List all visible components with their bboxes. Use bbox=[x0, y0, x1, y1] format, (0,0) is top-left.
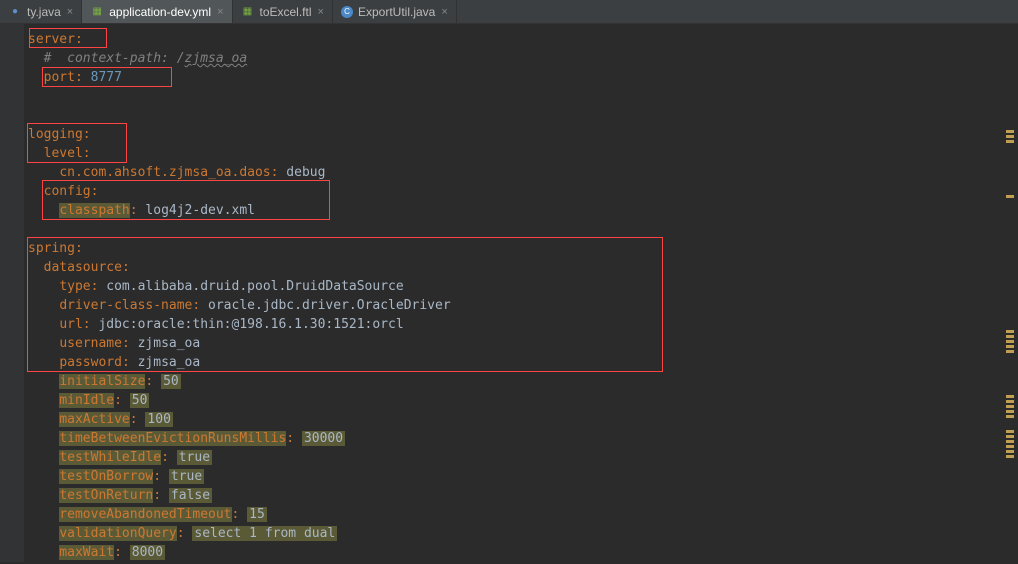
code-line[interactable]: validationQuery: select 1 from dual bbox=[28, 524, 1018, 543]
tab-toexcel-ftl[interactable]: ▦ toExcel.ftl × bbox=[233, 0, 333, 23]
warning-mark[interactable] bbox=[1006, 410, 1014, 413]
code-line[interactable]: type: com.alibaba.druid.pool.DruidDataSo… bbox=[28, 277, 1018, 296]
warning-mark[interactable] bbox=[1006, 135, 1014, 138]
warning-mark[interactable] bbox=[1006, 400, 1014, 403]
code-line[interactable]: url: jdbc:oracle:thin:@198.16.1.30:1521:… bbox=[28, 315, 1018, 334]
code-line[interactable]: config: bbox=[28, 182, 1018, 201]
warning-mark[interactable] bbox=[1006, 140, 1014, 143]
warning-mark[interactable] bbox=[1006, 130, 1014, 133]
warning-mark[interactable] bbox=[1006, 345, 1014, 348]
yaml-icon: ▦ bbox=[90, 5, 104, 19]
code-line[interactable]: maxActive: 100 bbox=[28, 410, 1018, 429]
warning-mark[interactable] bbox=[1006, 340, 1014, 343]
error-stripe[interactable] bbox=[1006, 30, 1016, 460]
code-line[interactable]: datasource: bbox=[28, 258, 1018, 277]
java-icon: ● bbox=[8, 5, 22, 19]
code-line[interactable]: driver-class-name: oracle.jdbc.driver.Or… bbox=[28, 296, 1018, 315]
code-line[interactable] bbox=[28, 220, 1018, 239]
warning-mark[interactable] bbox=[1006, 405, 1014, 408]
editor-tabs: ● ty.java × ▦ application-dev.yml × ▦ to… bbox=[0, 0, 1018, 24]
warning-mark[interactable] bbox=[1006, 335, 1014, 338]
tab-label: application-dev.yml bbox=[109, 5, 211, 19]
code-line[interactable]: level: bbox=[28, 144, 1018, 163]
code-line[interactable]: initialSize: 50 bbox=[28, 372, 1018, 391]
tab-application-dev-yml[interactable]: ▦ application-dev.yml × bbox=[82, 0, 232, 23]
code-line[interactable]: testOnBorrow: true bbox=[28, 467, 1018, 486]
code-line[interactable]: testWhileIdle: true bbox=[28, 448, 1018, 467]
warning-mark[interactable] bbox=[1006, 450, 1014, 453]
tab-label: ty.java bbox=[27, 5, 61, 19]
tab-label: toExcel.ftl bbox=[260, 5, 312, 19]
warning-mark[interactable] bbox=[1006, 350, 1014, 353]
code-line[interactable]: cn.com.ahsoft.zjmsa_oa.daos: debug bbox=[28, 163, 1018, 182]
code-line[interactable]: removeAbandonedTimeout: 15 bbox=[28, 505, 1018, 524]
warning-mark[interactable] bbox=[1006, 415, 1014, 418]
ftl-icon: ▦ bbox=[241, 5, 255, 19]
code-line[interactable]: # context-path: /zjmsa_oa bbox=[28, 49, 1018, 68]
close-icon[interactable]: × bbox=[217, 6, 223, 18]
warning-mark[interactable] bbox=[1006, 330, 1014, 333]
close-icon[interactable]: × bbox=[318, 6, 324, 18]
code-line[interactable]: password: zjmsa_oa bbox=[28, 353, 1018, 372]
warning-mark[interactable] bbox=[1006, 455, 1014, 458]
code-line[interactable] bbox=[28, 87, 1018, 106]
code-line[interactable]: minIdle: 50 bbox=[28, 391, 1018, 410]
code-line[interactable] bbox=[28, 106, 1018, 125]
code-line[interactable]: username: zjmsa_oa bbox=[28, 334, 1018, 353]
tab-label: ExportUtil.java bbox=[358, 5, 435, 19]
warning-mark[interactable] bbox=[1006, 430, 1014, 433]
warning-mark[interactable] bbox=[1006, 445, 1014, 448]
class-icon: C bbox=[341, 6, 353, 18]
gutter bbox=[0, 24, 24, 562]
tab-exportutil-java[interactable]: C ExportUtil.java × bbox=[333, 0, 457, 23]
code-line[interactable]: spring: bbox=[28, 239, 1018, 258]
close-icon[interactable]: × bbox=[67, 6, 73, 18]
warning-mark[interactable] bbox=[1006, 195, 1014, 198]
warning-mark[interactable] bbox=[1006, 440, 1014, 443]
code-editor[interactable]: server: # context-path: /zjmsa_oa port: … bbox=[0, 24, 1018, 562]
warning-mark[interactable] bbox=[1006, 395, 1014, 398]
tab-ty-java[interactable]: ● ty.java × bbox=[0, 0, 82, 23]
warning-mark[interactable] bbox=[1006, 435, 1014, 438]
close-icon[interactable]: × bbox=[441, 6, 447, 18]
code-line[interactable]: maxWait: 8000 bbox=[28, 543, 1018, 562]
code-line[interactable]: testOnReturn: false bbox=[28, 486, 1018, 505]
code-line[interactable]: classpath: log4j2-dev.xml bbox=[28, 201, 1018, 220]
code-line[interactable]: logging: bbox=[28, 125, 1018, 144]
code-line[interactable]: port: 8777 bbox=[28, 68, 1018, 87]
code-line[interactable]: timeBetweenEvictionRunsMillis: 30000 bbox=[28, 429, 1018, 448]
code-line[interactable]: server: bbox=[28, 30, 1018, 49]
